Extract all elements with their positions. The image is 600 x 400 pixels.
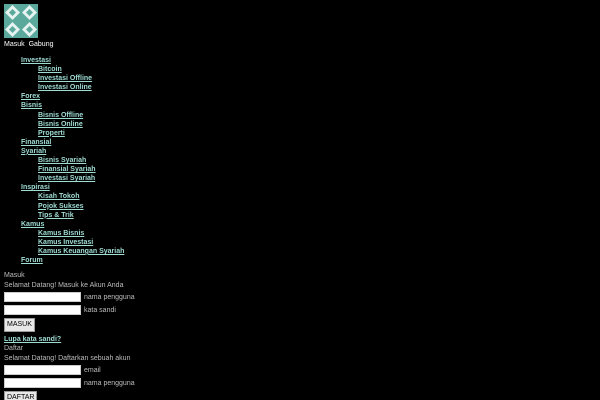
nav-subitem: Bisnis Syariah [21, 156, 124, 165]
nav-subitem: Finansial Syariah [21, 165, 124, 174]
nav-item: Syariah [21, 147, 124, 156]
nav-link[interactable]: Bitcoin [38, 66, 62, 73]
nav-item: Forum [21, 256, 124, 265]
nav-link[interactable]: Inspirasi [21, 184, 50, 191]
nav-link[interactable]: Bisnis Offline [38, 112, 83, 119]
forgot-password-link[interactable]: Lupa kata sandi? [4, 335, 304, 344]
login-title: Masuk [4, 272, 25, 279]
login-link[interactable]: Masuk [4, 41, 25, 48]
login-username-row: nama pengguna [4, 291, 304, 303]
login-password-hint: kata sandi [84, 306, 116, 314]
site-logo-icon[interactable] [4, 4, 38, 38]
login-button[interactable]: MASUK [4, 318, 35, 332]
page: Masuk Gabung Investasi Bitcoin Investasi… [0, 0, 600, 400]
nav-subitem: Investasi Offline [21, 74, 124, 83]
nav-item: Finansial [21, 138, 124, 147]
nav-link[interactable]: Investasi Online [38, 84, 92, 91]
nav-link[interactable]: Investasi Offline [38, 75, 92, 82]
nav-link[interactable]: Finansial [21, 139, 51, 146]
nav-subitem: Kamus Investasi [21, 238, 124, 247]
nav-link[interactable]: Bisnis Syariah [38, 157, 86, 164]
nav-link[interactable]: Kamus [21, 221, 44, 228]
nav-subitem: Tips & Trik [21, 211, 124, 220]
nav-subitem: Bitcoin [21, 65, 124, 74]
nav-link[interactable]: Pojok Sukses [38, 203, 84, 210]
register-username-row: nama pengguna [4, 377, 304, 389]
nav-subitem: Kamus Keuangan Syariah [21, 247, 124, 256]
auth-forms: Masuk Selamat Datang! Masuk ke Akun Anda… [4, 271, 304, 400]
nav-item: Bisnis [21, 101, 124, 110]
nav-subitem: Bisnis Online [21, 120, 124, 129]
nav-link[interactable]: Kisah Tokoh [38, 193, 79, 200]
register-email-input[interactable] [4, 365, 81, 375]
nav-link[interactable]: Syariah [21, 148, 46, 155]
main-nav: Investasi Bitcoin Investasi Offline Inve… [21, 56, 124, 265]
nav-subitem: Bisnis Offline [21, 111, 124, 120]
login-subtitle: Selamat Datang! Masuk ke Akun Anda [4, 281, 124, 289]
register-email-hint: email [84, 366, 101, 374]
nav-link[interactable]: Bisnis [21, 102, 42, 109]
nav-subitem: Investasi Online [21, 83, 124, 92]
nav-subitem: Kamus Bisnis [21, 229, 124, 238]
nav-item: Forex [21, 92, 124, 101]
login-password-input[interactable] [4, 305, 81, 315]
nav-link[interactable]: Finansial Syariah [38, 166, 96, 173]
register-title: Daftar [4, 345, 24, 352]
register-email-row: email [4, 364, 304, 376]
login-username-input[interactable] [4, 292, 81, 302]
register-username-input[interactable] [4, 378, 81, 388]
nav-subitem: Kisah Tokoh [21, 192, 124, 201]
nav-subitem: Pojok Sukses [21, 202, 124, 211]
nav-link[interactable]: Bisnis Online [38, 121, 83, 128]
nav-link[interactable]: Investasi [21, 57, 51, 64]
nav-item: Kamus [21, 220, 124, 229]
nav-link[interactable]: Forum [21, 257, 43, 264]
nav-item: Inspirasi [21, 183, 124, 192]
nav-link[interactable]: Tips & Trik [38, 212, 74, 219]
nav-link[interactable]: Investasi Syariah [38, 175, 95, 182]
nav-link[interactable]: Kamus Keuangan Syariah [38, 248, 124, 255]
nav-item: Investasi [21, 56, 124, 65]
register-button[interactable]: DAFTAR [4, 391, 38, 400]
nav-link[interactable]: Forex [21, 93, 40, 100]
nav-link[interactable]: Properti [38, 130, 65, 137]
auth-links: Masuk Gabung [4, 41, 56, 48]
nav-subitem: Investasi Syariah [21, 174, 124, 183]
nav-link[interactable]: Kamus Investasi [38, 239, 93, 246]
register-link[interactable]: Gabung [29, 41, 54, 48]
nav-link[interactable]: Kamus Bisnis [38, 230, 84, 237]
register-subtitle: Selamat Datang! Daftarkan sebuah akun [4, 354, 131, 362]
register-username-hint: nama pengguna [84, 379, 135, 387]
nav-subitem: Properti [21, 129, 124, 138]
login-username-hint: nama pengguna [84, 293, 135, 301]
login-password-row: kata sandi [4, 304, 304, 316]
